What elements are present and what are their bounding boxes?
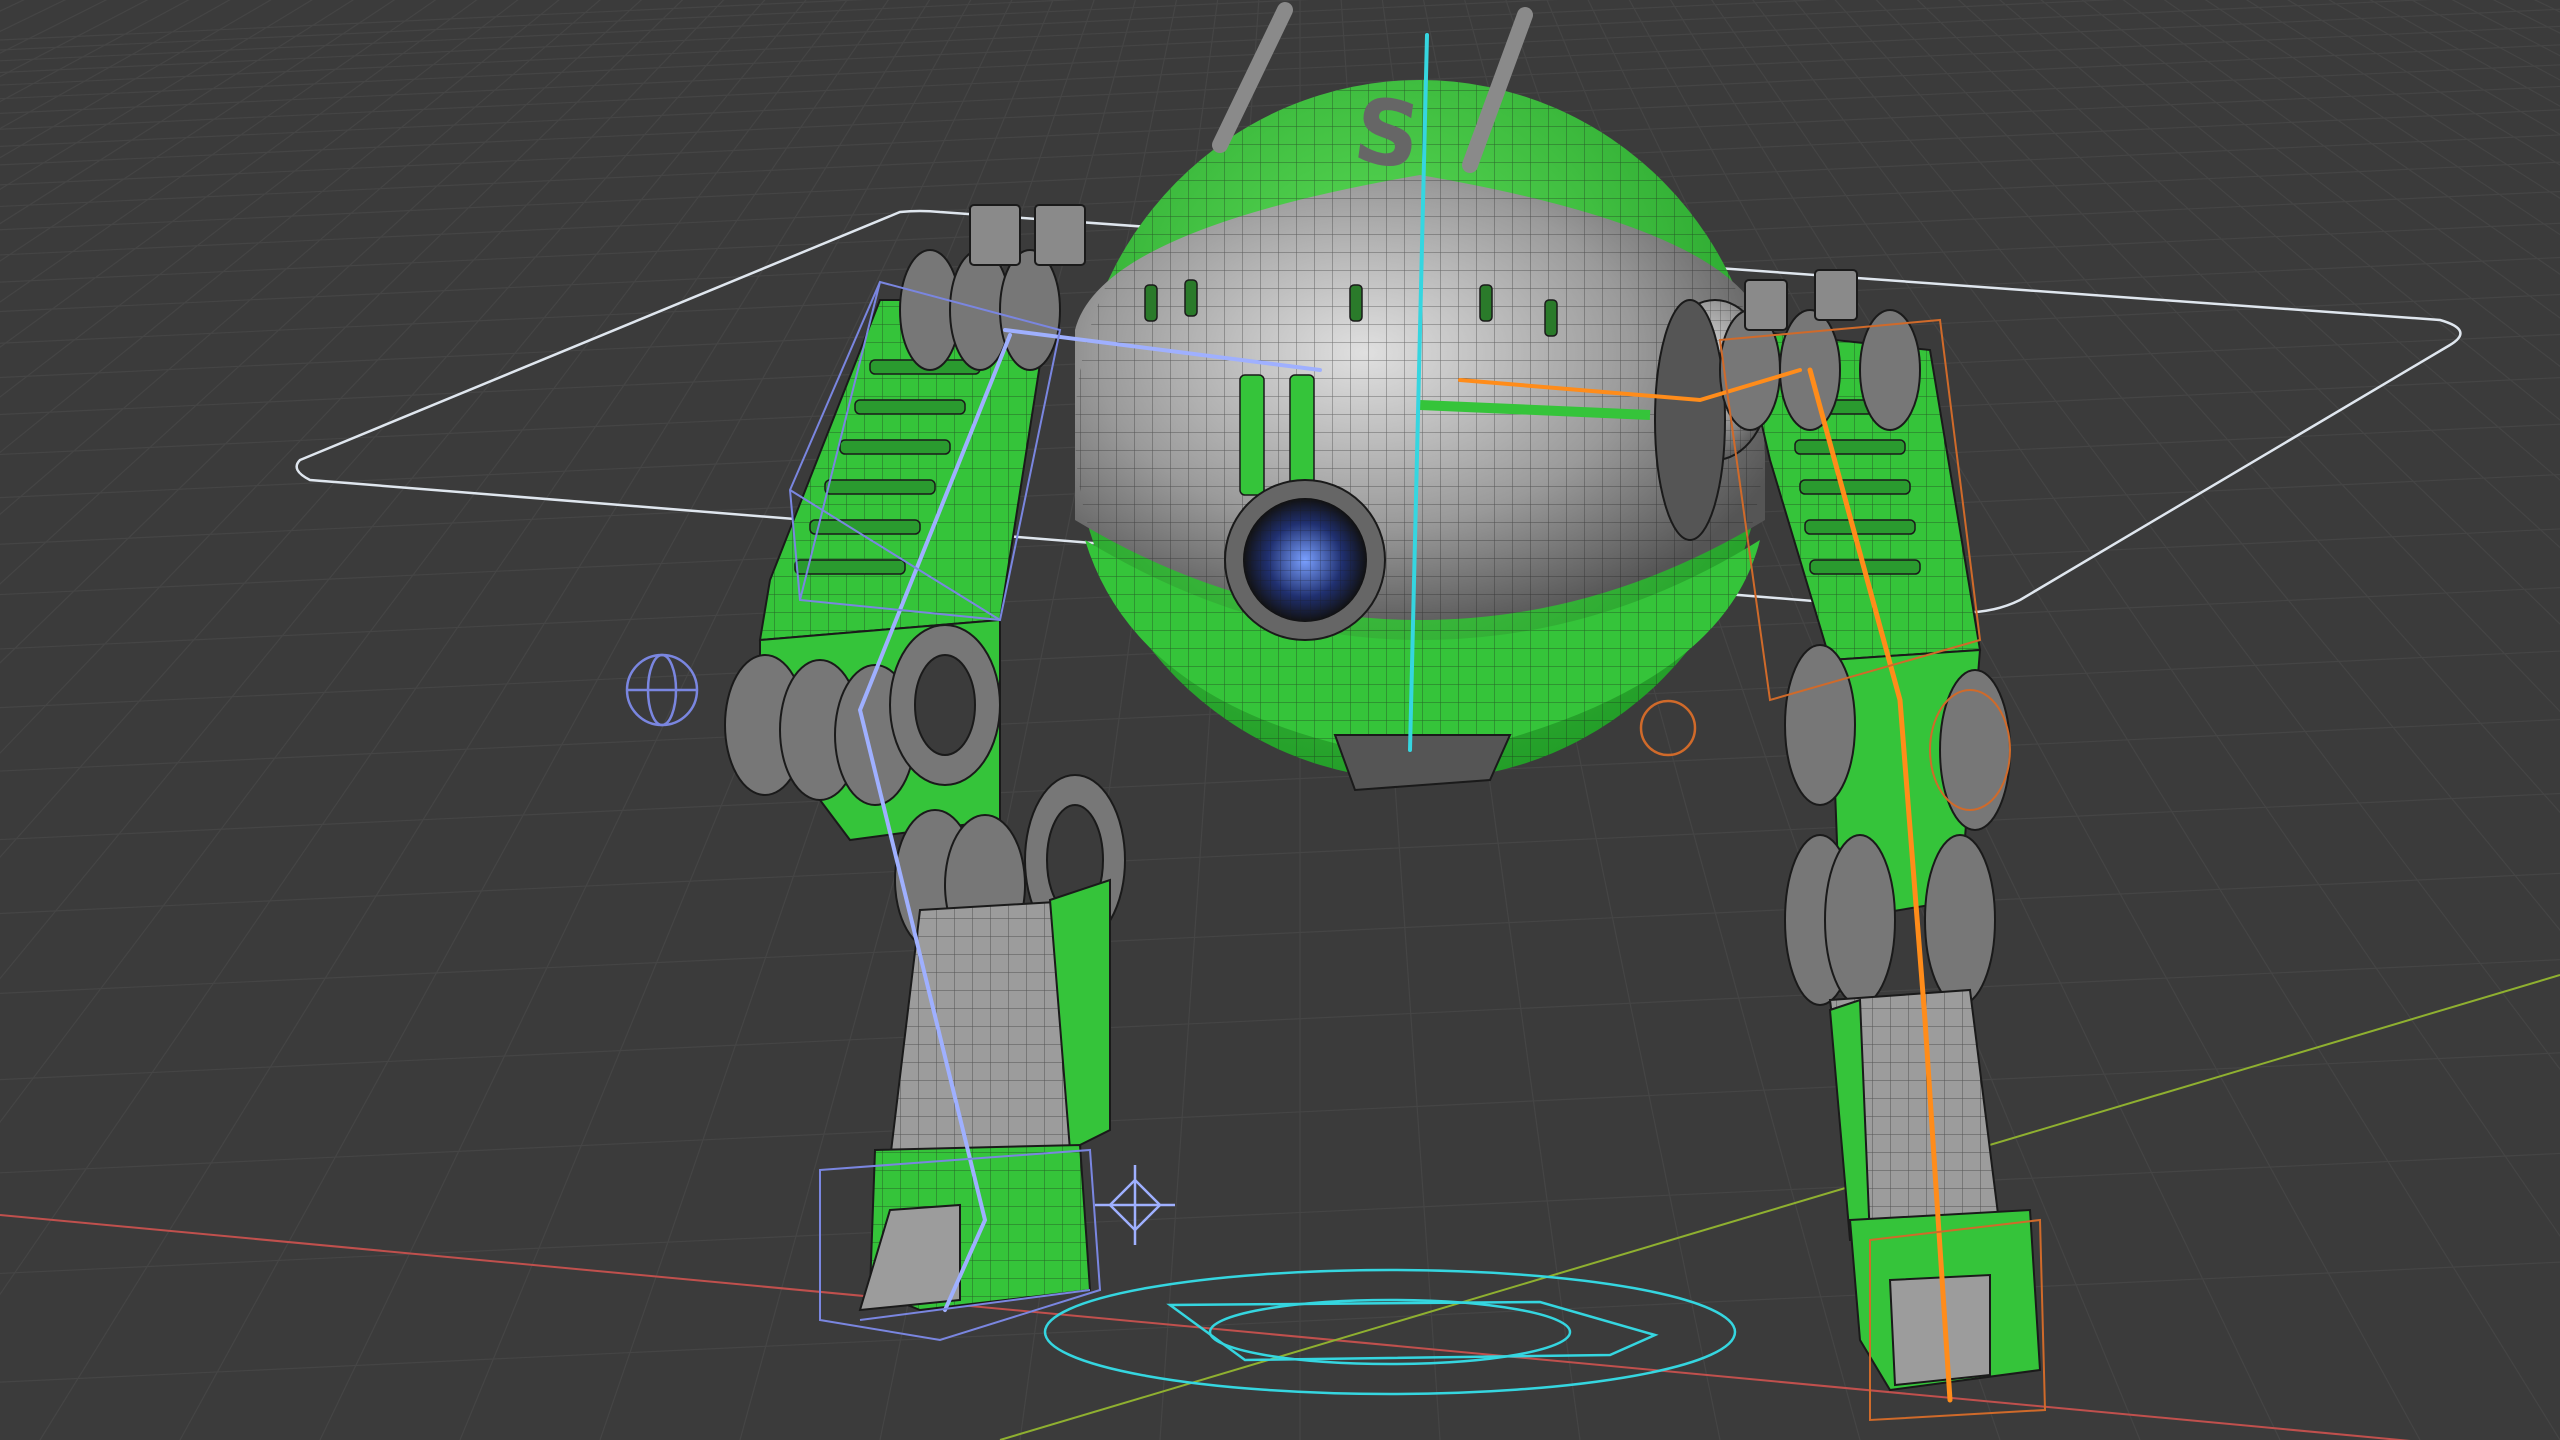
y-axis-line — [999, 974, 2560, 1440]
3d-viewport[interactable]: S — [0, 0, 2560, 1440]
empty-sphere-icon[interactable] — [625, 653, 699, 727]
x-axis-line — [0, 1214, 2411, 1440]
viewport-canvas[interactable]: S — [0, 0, 2560, 1440]
3d-cursor-icon[interactable] — [1095, 1165, 1175, 1245]
ik-target-icon[interactable] — [1639, 699, 1697, 757]
left-leg[interactable] — [724, 204, 1126, 1312]
right-leg[interactable] — [1719, 269, 2042, 1392]
ground-control-circles[interactable] — [1043, 688, 1737, 1396]
